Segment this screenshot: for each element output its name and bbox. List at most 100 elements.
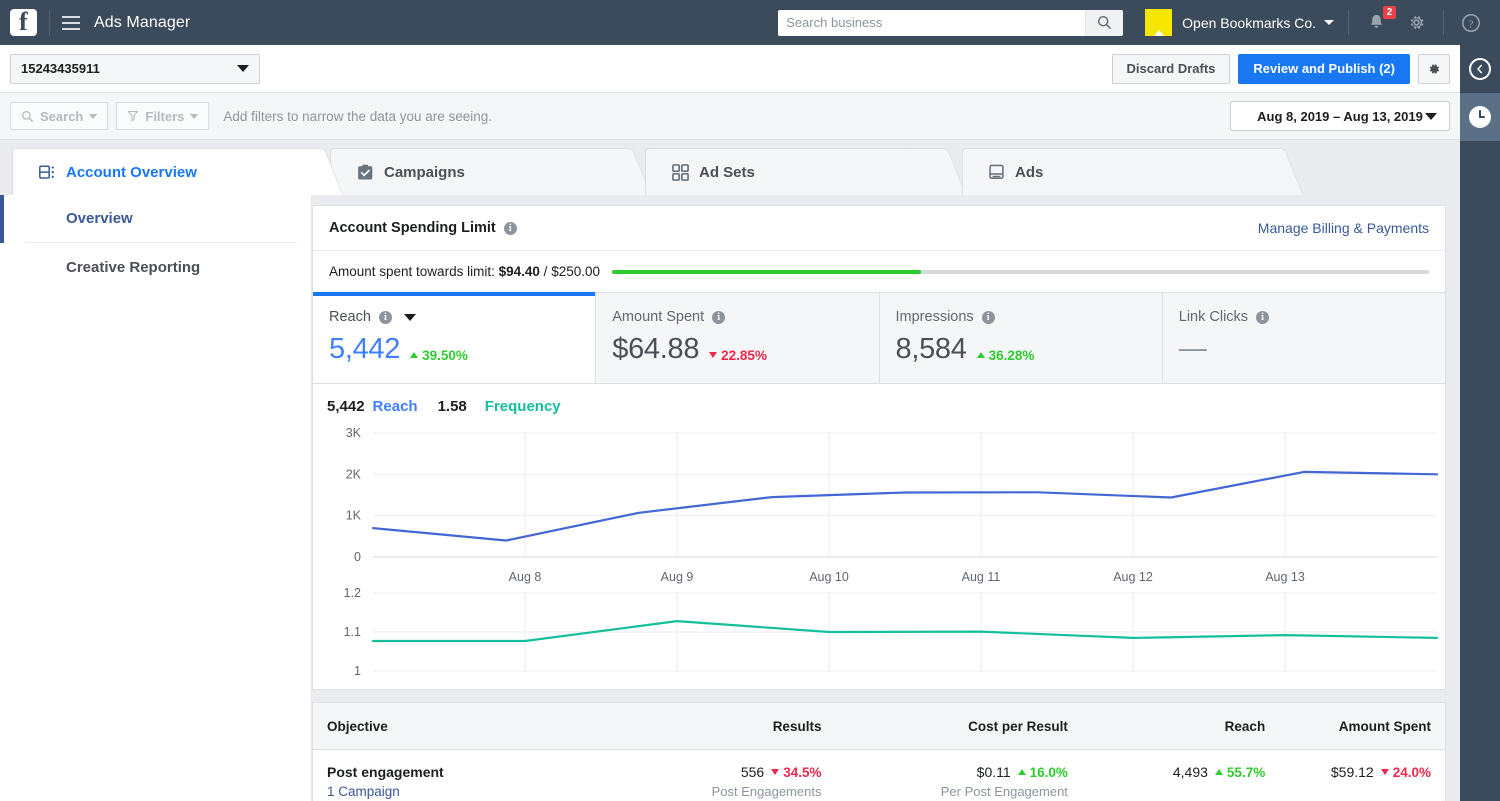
search-submit-button[interactable] <box>1085 9 1124 36</box>
ads-icon <box>989 164 1004 180</box>
progress-prefix: Amount spent towards limit: <box>329 264 495 279</box>
metric-delta: 39.50% <box>410 348 468 363</box>
tab-campaigns[interactable]: Campaigns <box>330 148 652 195</box>
spending-limit-progress-row: Amount spent towards limit: $94.40 / $25… <box>313 250 1445 292</box>
search-icon <box>21 110 34 122</box>
manage-billing-link[interactable]: Manage Billing & Payments <box>1258 220 1429 236</box>
column-header-reach[interactable]: Reach <box>1082 719 1279 734</box>
metric-value-row: — <box>1179 333 1445 363</box>
info-icon[interactable]: i <box>712 310 726 324</box>
business-selector[interactable]: Open Bookmarks Co. <box>1145 9 1334 36</box>
chevron-down-icon <box>190 113 199 119</box>
reach-delta-value: 55.7% <box>1226 764 1266 780</box>
metric-label-row: Reach i <box>329 309 595 325</box>
notifications-button[interactable]: 2 <box>1363 5 1396 36</box>
column-header-amount-spent[interactable]: Amount Spent <box>1279 719 1445 734</box>
results-subtext: Post Engagements <box>711 784 822 799</box>
chart-area: 0 1K 2K 3K Aug 8 Aug 9 Aug 10 Aug 11 Aug 12 Aug 1… <box>313 421 1445 689</box>
tab-label: Ad Sets <box>699 163 755 181</box>
help-button[interactable]: ? <box>1458 10 1484 36</box>
cost-value: $0.11 <box>976 764 1011 780</box>
info-icon[interactable]: i <box>1256 310 1270 324</box>
activity-history-button[interactable] <box>1460 93 1500 141</box>
reach-value: 4,493 <box>1172 764 1208 780</box>
cost-subtext: Per Post Engagement <box>940 784 1068 799</box>
account-id-dropdown[interactable]: 15243435911 <box>10 53 260 84</box>
cell-objective: Post engagement 1 Campaign <box>313 764 638 801</box>
legend-frequency-label: Frequency <box>484 398 561 415</box>
metric-tile-reach[interactable]: Reach i 5,442 39.50% <box>313 292 597 383</box>
metric-tile-impressions[interactable]: Impressions i 8,584 36.28% <box>879 293 1163 383</box>
tab-account-overview[interactable]: Account Overview <box>12 148 344 195</box>
main-content: Account Spending Limit i Manage Billing … <box>312 195 1460 801</box>
metric-label-row: Link Clicks i <box>1179 309 1445 325</box>
spent-delta: 24.0% <box>1380 765 1431 780</box>
metric-value-row: 8,584 36.28% <box>896 333 1162 366</box>
column-header-results[interactable]: Results <box>638 719 835 734</box>
chevron-down-icon <box>237 65 249 72</box>
review-and-publish-button[interactable]: Review and Publish (2) <box>1238 53 1410 84</box>
search-filter-button[interactable]: Search <box>10 102 109 130</box>
reach-delta: 55.7% <box>1214 764 1266 780</box>
tab-label: Account Overview <box>66 163 197 181</box>
account-settings-button[interactable] <box>1418 53 1450 84</box>
business-search-box[interactable] <box>778 9 1124 36</box>
metric-value-row: 5,442 39.50% <box>329 333 595 366</box>
help-icon: ? <box>1462 13 1480 32</box>
date-range-picker[interactable]: Aug 8, 2019 – Aug 13, 2019 <box>1230 101 1450 131</box>
cell-reach: 4,493 55.7% <box>1082 764 1279 801</box>
svg-text:Aug 10: Aug 10 <box>809 570 849 584</box>
svg-text:Aug 13: Aug 13 <box>1265 570 1305 584</box>
performance-table: Objective Results Cost per Result Reach … <box>312 702 1446 801</box>
metric-label: Amount Spent <box>612 309 705 325</box>
metric-value: $64.88 <box>612 333 700 365</box>
discard-drafts-button[interactable]: Discard Drafts <box>1111 53 1231 84</box>
chevron-down-icon[interactable] <box>403 313 416 321</box>
ads-manager-app: Ads Manager Open Bookmarks Co. <box>0 0 1500 801</box>
search-input[interactable] <box>778 10 1086 35</box>
metric-tile-amount-spent[interactable]: Amount Spent i $64.88 22.85% <box>596 293 880 383</box>
info-icon[interactable]: i <box>378 310 392 324</box>
info-icon[interactable]: i <box>503 221 517 235</box>
objective-title: Post engagement <box>327 764 444 780</box>
triangle-down-icon <box>1380 769 1389 775</box>
triangle-down-icon <box>709 352 718 358</box>
svg-text:2K: 2K <box>346 467 362 481</box>
tab-label: Campaigns <box>384 163 465 181</box>
sidebar-item-label: Creative Reporting <box>66 258 201 276</box>
objective-campaign-link[interactable]: 1 Campaign <box>327 784 624 799</box>
triangle-down-icon <box>771 769 780 775</box>
trend-chart-card: 5,442 Reach 1.58 Frequency 0 1K 2K 3K Aug 8 A… <box>312 384 1446 690</box>
triangle-up-icon <box>976 352 985 358</box>
metric-label-row: Amount Spent i <box>612 309 878 325</box>
column-header-cost-per-result[interactable]: Cost per Result <box>835 719 1081 734</box>
filter-hint-text: Add filters to narrow the data you are s… <box>223 108 493 124</box>
tab-ad-sets[interactable]: Ad Sets <box>645 148 967 195</box>
metric-value: 5,442 <box>329 333 401 365</box>
chevron-down-icon <box>89 113 98 119</box>
svg-text:Aug 12: Aug 12 <box>1113 570 1153 584</box>
filters-button[interactable]: Filters <box>116 102 210 130</box>
collapse-panel-button[interactable] <box>1460 45 1500 93</box>
settings-button[interactable] <box>1403 10 1429 36</box>
sidebar-item-overview[interactable]: Overview <box>0 195 297 243</box>
spent-main: $59.12 24.0% <box>1293 764 1431 780</box>
table-row[interactable]: Post engagement 1 Campaign 556 34.5% Pos… <box>313 750 1445 801</box>
triangle-up-icon <box>410 352 419 358</box>
hamburger-menu-icon[interactable] <box>62 15 80 30</box>
spending-limit-header: Account Spending Limit i Manage Billing … <box>313 206 1445 250</box>
legend-frequency-value: 1.58 <box>437 398 467 415</box>
svg-text:Aug 11: Aug 11 <box>962 570 1001 584</box>
tab-ads[interactable]: Ads <box>962 148 1304 195</box>
svg-text:Aug 9: Aug 9 <box>661 570 694 584</box>
facebook-logo-icon[interactable] <box>10 7 37 37</box>
metric-tile-link-clicks[interactable]: Link Clicks i — <box>1162 293 1445 383</box>
sidebar-item-label: Overview <box>66 210 133 227</box>
metric-delta-value: 22.85% <box>721 347 767 363</box>
legend-reach-label: Reach <box>372 398 418 415</box>
sidebar-item-creative-reporting[interactable]: Creative Reporting <box>26 243 297 291</box>
info-icon[interactable]: i <box>981 310 995 324</box>
chevron-left-circle-icon <box>1469 58 1491 80</box>
column-header-objective[interactable]: Objective <box>313 719 638 734</box>
metric-delta-value: 36.28% <box>988 347 1035 363</box>
